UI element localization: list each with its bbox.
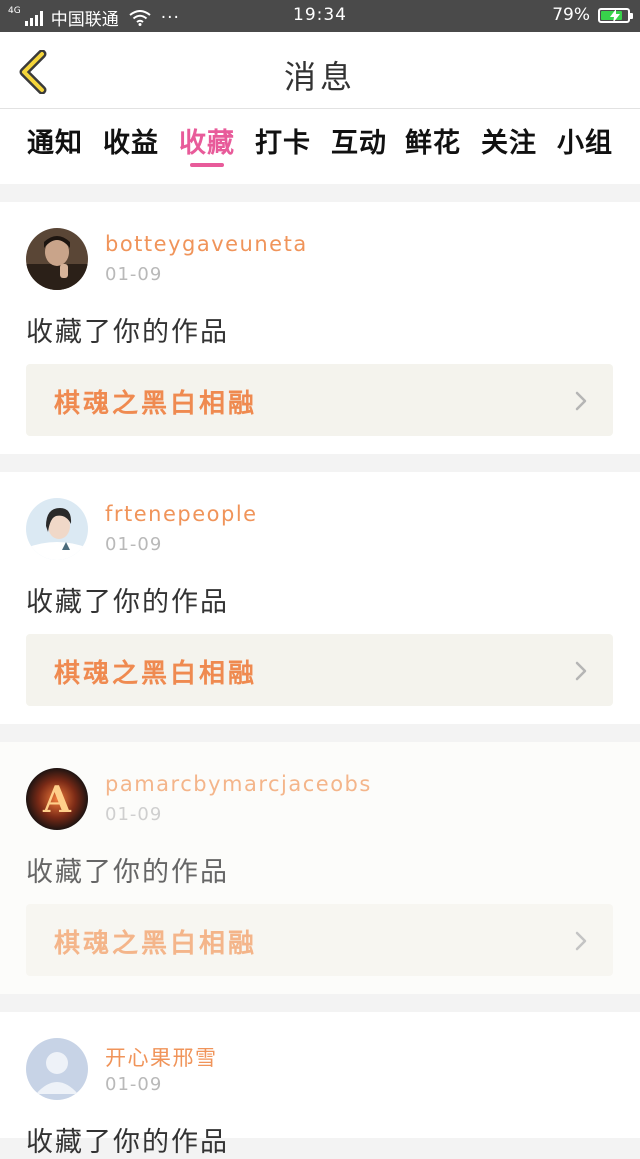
- username[interactable]: botteygaveuneta: [105, 232, 308, 256]
- page-title: 消息: [283, 58, 356, 96]
- battery-icon: [598, 7, 633, 23]
- message-action: 收藏了你的作品: [26, 857, 229, 888]
- tab-income[interactable]: 收益: [98, 121, 164, 160]
- tab-follow[interactable]: 关注: [476, 121, 542, 160]
- tab-flowers[interactable]: 鲜花: [400, 121, 466, 160]
- message-tabs: 通知 收益 收藏 打卡 互动 鲜花 关注 小组: [0, 109, 640, 184]
- chevron-right-icon: [575, 391, 587, 411]
- message-card: botteygaveuneta 01-09 收藏了你的作品 棋魂之黑白相融: [0, 202, 640, 454]
- message-action: 收藏了你的作品: [26, 317, 229, 348]
- default-user-avatar-icon: [26, 1038, 88, 1100]
- work-title: 棋魂之黑白相融: [54, 929, 258, 959]
- tab-groups[interactable]: 小组: [552, 121, 618, 160]
- tab-favorites[interactable]: 收藏: [174, 121, 240, 160]
- chevron-right-icon: [575, 661, 587, 681]
- work-link[interactable]: 棋魂之黑白相融: [26, 904, 613, 976]
- tab-notice[interactable]: 通知: [22, 121, 88, 160]
- message-action: 收藏了你的作品: [26, 587, 229, 618]
- svg-text:A: A: [42, 779, 72, 821]
- username[interactable]: frtenepeople: [105, 502, 258, 526]
- message-date: 01-09: [105, 264, 163, 285]
- tab-checkin[interactable]: 打卡: [250, 121, 316, 160]
- message-action: 收藏了你的作品: [26, 1127, 229, 1158]
- message-date: 01-09: [105, 804, 163, 825]
- clock: 19:34: [293, 5, 347, 25]
- avatar[interactable]: [26, 1038, 88, 1100]
- username[interactable]: 开心果邢雪: [105, 1042, 218, 1072]
- avatar[interactable]: [26, 228, 88, 290]
- tab-interaction[interactable]: 互动: [326, 121, 392, 160]
- avatar[interactable]: A: [26, 768, 88, 830]
- battery-percent: 79%: [552, 5, 590, 25]
- message-card: frtenepeople 01-09 收藏了你的作品 棋魂之黑白相融: [0, 472, 640, 724]
- work-title: 棋魂之黑白相融: [54, 389, 258, 419]
- work-title: 棋魂之黑白相融: [54, 659, 258, 689]
- work-link[interactable]: 棋魂之黑白相融: [26, 634, 613, 706]
- message-date: 01-09: [105, 534, 163, 555]
- work-link[interactable]: 棋魂之黑白相融: [26, 364, 613, 436]
- message-date: 01-09: [105, 1074, 163, 1095]
- username[interactable]: pamarcbymarcjaceobs: [105, 772, 372, 796]
- message-card: 开心果邢雪 01-09 收藏了你的作品: [0, 1012, 640, 1158]
- charging-bolt-icon: [610, 8, 620, 23]
- chevron-right-icon: [575, 931, 587, 951]
- avatar[interactable]: [26, 498, 88, 560]
- message-card: A pamarcbymarcjaceobs 01-09 收藏了你的作品 棋魂之黑…: [0, 742, 640, 994]
- status-bar: 4G 中国联通 ··· 19:34 79%: [0, 0, 640, 32]
- nav-header: 消息: [0, 32, 640, 109]
- active-tab-indicator: [190, 163, 224, 167]
